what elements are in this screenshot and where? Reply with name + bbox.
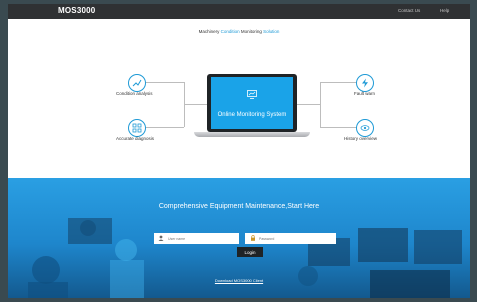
accurate-diagnosis-label: Accurate diagnosis (116, 136, 155, 141)
app-window: MOS3000 Contact Us Help Machinery Condit… (8, 4, 470, 298)
username-input[interactable] (154, 233, 239, 244)
fault-warn-hub (356, 74, 374, 92)
online-monitoring-label: Online Monitoring System (217, 112, 287, 118)
condition-analysis-label: Condition analysis (116, 91, 153, 96)
user-icon (158, 235, 164, 241)
connector-line (144, 82, 184, 83)
top-navbar: MOS3000 Contact Us Help (8, 4, 470, 19)
accurate-diagnosis-hub (128, 119, 146, 137)
download-client-link[interactable]: Download MOS3000 Client (8, 278, 470, 283)
login-button[interactable]: Login (237, 247, 263, 257)
nav-contact-link[interactable]: Contact Us (398, 8, 420, 13)
laptop-display: Online Monitoring System (211, 77, 293, 129)
history-overview-label: History overview (344, 136, 378, 141)
laptop-base (194, 132, 310, 137)
hero-tagline: Machinery Condition Monitoring Solution (198, 29, 280, 34)
history-overview-hub (356, 119, 374, 137)
connector-line (297, 104, 320, 105)
lock-icon (251, 235, 255, 241)
condition-analysis-hub (128, 74, 146, 92)
fault-warn-label: Fault warn (354, 91, 376, 96)
trend-icon (132, 79, 142, 87)
connector-line (320, 82, 358, 83)
login-panel-title: Comprehensive Equipment Maintenance,Star… (158, 203, 320, 210)
login-panel: Comprehensive Equipment Maintenance,Star… (8, 178, 470, 298)
password-input[interactable] (245, 233, 336, 244)
connector-line (184, 104, 207, 105)
brand-logo[interactable]: MOS3000 (58, 6, 95, 15)
laptop-monitor: Online Monitoring System (207, 74, 297, 132)
connector-line (320, 127, 358, 128)
eye-icon (360, 125, 370, 131)
lightning-icon (362, 78, 368, 88)
monitor-chart-icon (247, 90, 257, 99)
grid-icon (132, 123, 142, 133)
connector-line (144, 127, 184, 128)
nav-help-link[interactable]: Help (440, 8, 449, 13)
connector-line (320, 82, 321, 127)
